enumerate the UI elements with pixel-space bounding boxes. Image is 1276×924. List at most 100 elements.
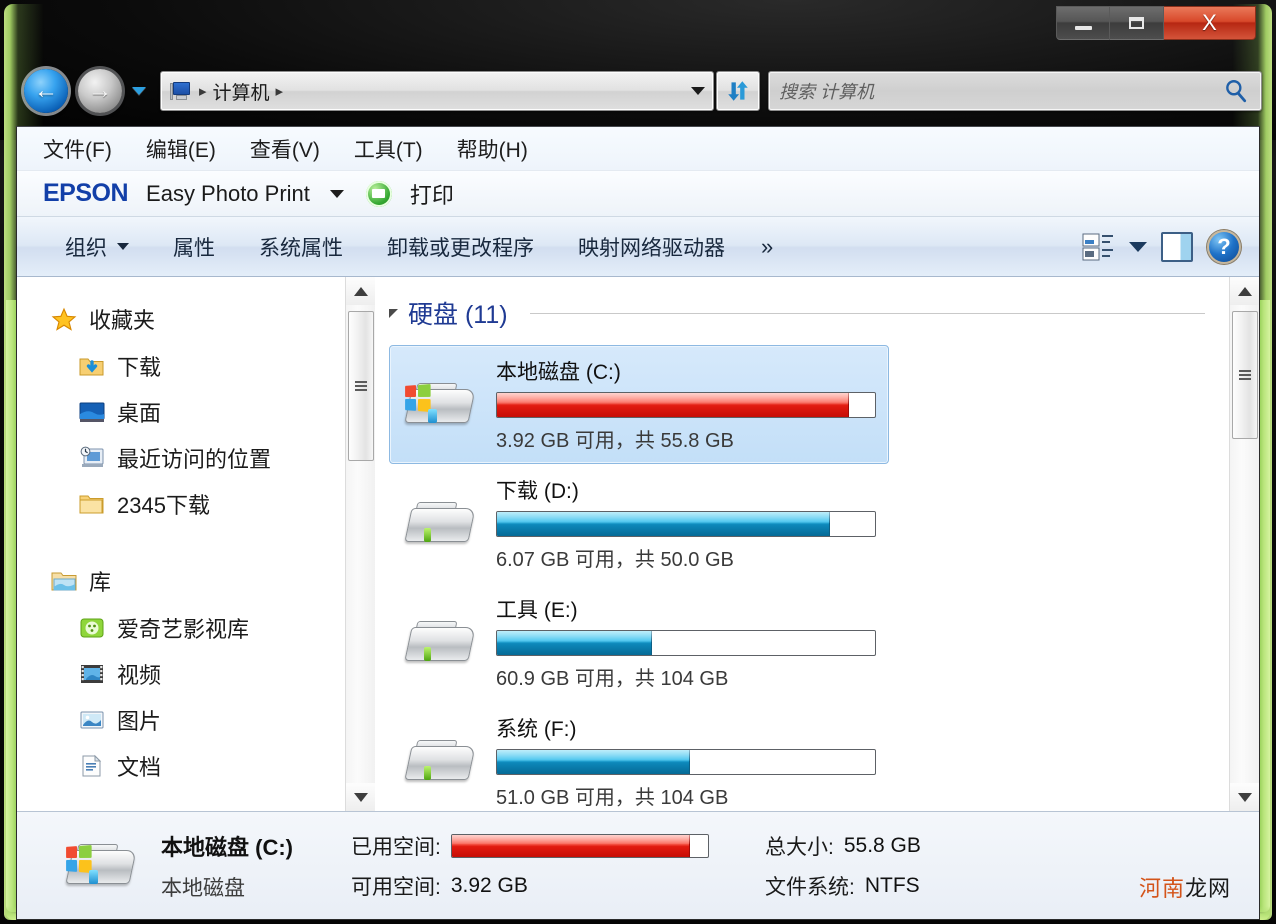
scroll-up-button[interactable] [1230, 277, 1259, 305]
scroll-down-button[interactable] [346, 783, 375, 811]
sidebar-item-iqiyi-library[interactable]: 爱奇艺影视库 [17, 605, 345, 651]
drive-capacity-text: 51.0 GB 可用，共 104 GB [496, 787, 729, 809]
sidebar-item-2345-download[interactable]: 2345下载 [17, 481, 345, 527]
drive-name: 系统 (F:) [496, 718, 577, 741]
drive-name: 工具 (E:) [496, 599, 578, 622]
organize-button[interactable]: 组织 [43, 227, 151, 267]
chevron-down-icon [132, 87, 146, 95]
table-row[interactable]: 本地磁盘 (C:) 3.92 GB 可用，共 55.8 GB [389, 345, 889, 464]
watermark-part-a: 河南 [1138, 876, 1185, 901]
sidebar-item-documents-library[interactable]: 文档 [17, 743, 345, 789]
command-bar: 组织 属性 系统属性 卸载或更改程序 映射网络驱动器 » ? [17, 217, 1259, 277]
drive-info: 下载 (D:) 6.07 GB 可用，共 50.0 GB [496, 475, 876, 572]
minimize-button[interactable] [1056, 6, 1110, 40]
print-label[interactable]: 打印 [410, 178, 454, 210]
details-capacity-bar-gloss [451, 834, 708, 845]
toolbar-overflow-button[interactable]: » [747, 234, 787, 260]
properties-button[interactable]: 属性 [151, 227, 237, 267]
sidebar-item-desktop[interactable]: 桌面 [17, 389, 345, 435]
address-bar[interactable]: ▸ 计算机 ▸ [160, 71, 714, 111]
explorer-client-area: 文件(F) 编辑(E) 查看(V) 工具(T) 帮助(H) EPSON Easy… [16, 126, 1260, 920]
breadcrumb-separator-2[interactable]: ▸ [276, 84, 284, 99]
help-icon[interactable]: ? [1207, 229, 1241, 264]
drive-icon [402, 734, 478, 790]
scroll-down-button[interactable] [1230, 783, 1259, 811]
sidebar-item-recent-places[interactable]: 最近访问的位置 [17, 435, 345, 481]
epson-dropdown-icon[interactable] [329, 189, 344, 198]
navigation-pane-scrollbar[interactable] [345, 277, 375, 811]
watermark: 河南龙网 [1139, 871, 1231, 903]
back-button[interactable]: ← [24, 69, 68, 113]
search-icon[interactable] [1223, 78, 1249, 104]
group-header-hard-disks[interactable]: 硬盘 (11) [375, 295, 1229, 331]
properties-label: 属性 [173, 236, 215, 260]
address-bar-row: ← → ▸ 计算机 ▸ 搜索 计算机 [14, 62, 1262, 120]
system-properties-label: 系统属性 [259, 236, 343, 260]
recent-pages-button[interactable] [128, 69, 150, 113]
scroll-thumb[interactable] [1232, 311, 1258, 439]
details-total-size-row: 总大小: 55.8 GB [765, 831, 921, 861]
close-button[interactable]: X [1164, 6, 1256, 40]
menu-view[interactable]: 查看(V) [250, 134, 320, 164]
nav-section-favorites[interactable]: 收藏夹 [17, 295, 345, 343]
help-glyph: ? [1217, 233, 1231, 259]
collapse-triangle-icon[interactable] [389, 308, 398, 318]
search-box[interactable]: 搜索 计算机 [768, 71, 1262, 111]
sidebar-item-iqiyi-library-label: 爱奇艺影视库 [117, 617, 250, 642]
table-row[interactable]: 工具 (E:) 60.9 GB 可用，共 104 GB [389, 583, 889, 702]
sidebar-item-pictures-library[interactable]: 图片 [17, 697, 345, 743]
menu-file[interactable]: 文件(F) [43, 134, 112, 164]
refresh-button[interactable] [716, 71, 760, 111]
back-arrow-icon: ← [34, 77, 58, 104]
desktop-icon [79, 400, 105, 424]
organize-label: 组织 [65, 236, 107, 260]
details-subtitle: 本地磁盘 [161, 876, 245, 900]
menu-edit[interactable]: 编辑(E) [146, 134, 216, 164]
scroll-track[interactable] [346, 305, 375, 783]
grip-icon [1239, 370, 1251, 380]
menu-help[interactable]: 帮助(H) [457, 134, 528, 164]
drive-name: 下载 (D:) [496, 480, 579, 503]
preview-pane-icon[interactable] [1161, 231, 1193, 262]
total-size-label: 总大小: [765, 835, 834, 859]
maximize-button[interactable] [1110, 6, 1164, 40]
file-list-scrollbar[interactable] [1229, 277, 1259, 811]
drive-icon [402, 496, 478, 552]
breadcrumb-computer[interactable]: 计算机 [213, 78, 270, 105]
system-properties-button[interactable]: 系统属性 [237, 227, 365, 267]
details-size-column: 总大小: 55.8 GB 文件系统: NTFS [765, 831, 921, 901]
free-space-value: 3.92 GB [450, 873, 528, 897]
print-icon[interactable] [365, 180, 392, 207]
nav-section-libraries[interactable]: 库 [17, 557, 345, 605]
video-library-icon [79, 662, 105, 686]
file-list-pane[interactable]: 硬盘 (11) 本地磁盘 (C:) 3.92 GB 可用，共 55.8 GB 下… [375, 277, 1229, 811]
view-dropdown-icon[interactable] [1129, 241, 1147, 252]
epson-product-label[interactable]: Easy Photo Print [146, 181, 310, 207]
free-space-label: 可用空间: [351, 875, 441, 899]
forward-button[interactable]: → [78, 69, 122, 113]
drive-name: 本地磁盘 (C:) [496, 361, 621, 384]
sidebar-item-downloads[interactable]: 下载 [17, 343, 345, 389]
windows-drive-icon [402, 377, 478, 433]
download-folder-icon [79, 354, 105, 378]
table-row[interactable]: 系统 (F:) 51.0 GB 可用，共 104 GB [389, 702, 889, 811]
map-network-drive-button[interactable]: 映射网络驱动器 [556, 227, 747, 267]
library-icon [51, 569, 77, 593]
drive-icon [402, 615, 478, 671]
maximize-icon [1129, 17, 1144, 29]
menu-tools[interactable]: 工具(T) [354, 134, 423, 164]
sidebar-item-recent-places-label: 最近访问的位置 [117, 447, 272, 472]
sidebar-item-videos-library[interactable]: 视频 [17, 651, 345, 697]
scroll-up-button[interactable] [346, 277, 375, 305]
scroll-track[interactable] [1230, 305, 1259, 783]
address-dropdown-icon[interactable] [691, 87, 705, 95]
capacity-bar-gloss [497, 750, 875, 761]
view-list-icon[interactable] [1081, 231, 1115, 263]
uninstall-program-button[interactable]: 卸载或更改程序 [365, 227, 556, 267]
menu-bar: 文件(F) 编辑(E) 查看(V) 工具(T) 帮助(H) [17, 127, 1259, 171]
scroll-thumb[interactable] [348, 311, 374, 461]
uninstall-program-label: 卸载或更改程序 [387, 236, 534, 260]
table-row[interactable]: 下载 (D:) 6.07 GB 可用，共 50.0 GB [389, 464, 889, 583]
caret-down-icon [353, 792, 368, 802]
